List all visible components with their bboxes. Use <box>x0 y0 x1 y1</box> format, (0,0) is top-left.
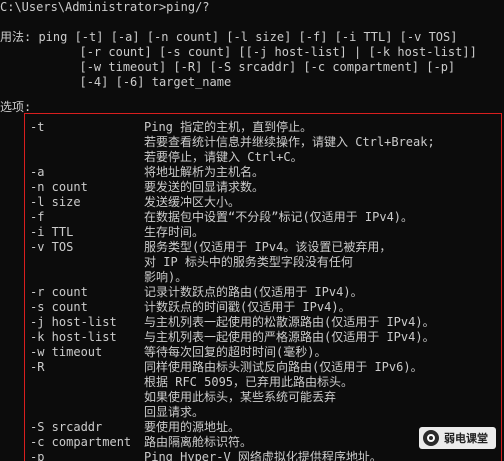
command-prompt: C:\Users\Administrator>ping/? <box>0 0 210 14</box>
option-flag: -a <box>30 165 45 179</box>
option-description: 在数据包中设置“不分段”标记(仅适用于 IPv4)。 <box>144 210 414 224</box>
option-description: 若要查看统计信息并继续操作，请键入 Ctrl+Break; <box>144 135 435 149</box>
option-description: 服务类型(仅适用于 IPv4。该设置已被弃用， <box>144 240 392 254</box>
option-description: 发送缓冲区大小。 <box>144 195 241 209</box>
option-flag: -R <box>30 360 45 374</box>
terminal-window[interactable]: C:\Users\Administrator>ping/? 用法: ping [… <box>0 0 504 461</box>
option-description: 生存时间。 <box>144 225 205 239</box>
option-flag: -w timeout <box>30 345 103 359</box>
option-flag: -j host-list <box>30 315 117 329</box>
option-description: 如果使用此标头，某些系统可能丢弃 <box>144 390 337 404</box>
usage-line: [-r count] [-s count] [[-j host-list] | … <box>0 45 477 59</box>
option-description: 要使用的源地址。 <box>144 420 241 434</box>
option-flag: -c compartment <box>30 435 132 449</box>
watermark: 弱电课堂 <box>419 427 496 449</box>
option-flag: -r count <box>30 285 88 299</box>
option-description: 影响)。 <box>144 270 188 284</box>
option-flag: -f <box>30 210 45 224</box>
option-description: 路由隔离舱标识符。 <box>144 435 253 449</box>
option-flag: -i TTL <box>30 225 74 239</box>
option-flag: -S srcaddr <box>30 420 103 434</box>
option-description: 与主机列表一起使用的严格源路由(仅适用于 IPv4)。 <box>144 330 435 344</box>
option-description: 若要停止，请键入 Ctrl+C。 <box>144 150 303 164</box>
option-flag: -k host-list <box>30 330 117 344</box>
wechat-logo-icon <box>423 430 439 446</box>
option-flag: -l size <box>30 195 81 209</box>
option-flag: -s count <box>30 300 88 314</box>
usage-line: [-4] [-6] target_name <box>0 75 232 89</box>
option-description: Ping Hyper-V 网络虚拟化提供程序地址。 <box>144 450 382 461</box>
usage-line: 用法: ping [-t] [-a] [-n count] [-l size] … <box>0 30 458 44</box>
usage-line: [-w timeout] [-R] [-S srcaddr] [-c compa… <box>0 60 456 74</box>
option-description: 要发送的回显请求数。 <box>144 180 265 194</box>
option-flag: -v TOS <box>30 240 74 254</box>
option-description: 对 IP 标头中的服务类型字段没有任何 <box>144 255 353 269</box>
option-description: 计数跃点的时间戳(仅适用于 IPv4)。 <box>144 300 351 314</box>
watermark-text: 弱电课堂 <box>444 431 488 445</box>
option-description: 同样使用路由标头测试反向路由(仅适用于 IPv6)。 <box>144 360 423 374</box>
option-flag: -n count <box>30 180 88 194</box>
option-description: 记录计数跃点的路由(仅适用于 IPv4)。 <box>144 285 363 299</box>
option-flag: -p <box>30 450 45 461</box>
option-description: 回显请求。 <box>144 405 205 419</box>
option-description: 等待每次回复的超时时间(毫秒)。 <box>144 345 327 359</box>
option-description: 将地址解析为主机名。 <box>144 165 265 179</box>
option-description: Ping 指定的主机，直到停止。 <box>144 120 313 134</box>
option-description: 根据 RFC 5095，已弃用此路由标头。 <box>144 375 354 389</box>
option-description: 与主机列表一起使用的松散源路由(仅适用于 IPv4)。 <box>144 315 435 329</box>
option-flag: -t <box>30 120 45 134</box>
